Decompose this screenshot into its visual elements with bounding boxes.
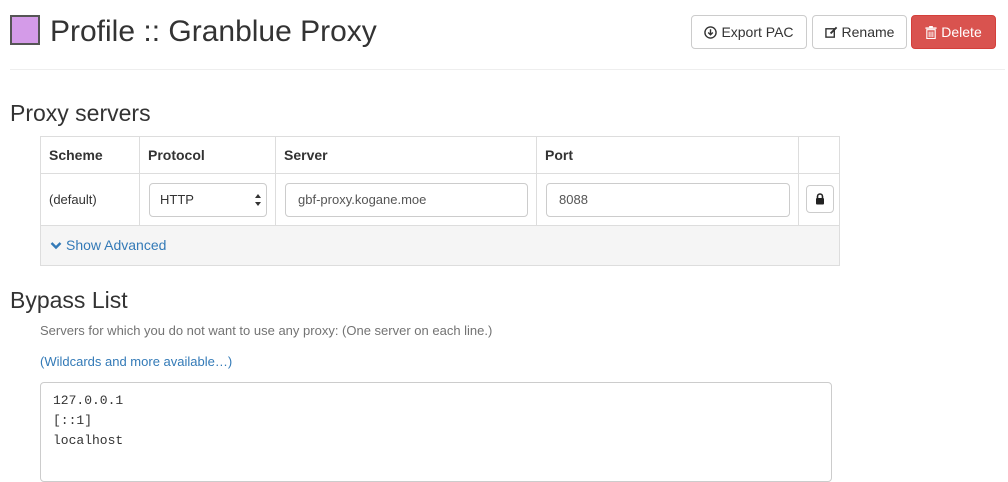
column-header-port: Port [537, 137, 799, 174]
proxy-servers-table: Scheme Protocol Server Port (default) HT… [40, 136, 840, 266]
protocol-selected-value: HTTP [160, 192, 194, 207]
actions-cell [799, 174, 839, 225]
protocol-select[interactable]: HTTP [149, 183, 267, 217]
lock-icon [816, 193, 824, 205]
show-advanced-link[interactable]: Show Advanced [50, 226, 166, 265]
rename-label: Rename [841, 24, 895, 40]
rename-button[interactable]: Rename [812, 15, 907, 49]
server-cell: gbf-proxy.kogane.moe [276, 174, 537, 225]
trash-icon [925, 25, 937, 39]
scheme-value: (default) [49, 192, 97, 207]
bypass-line: localhost [53, 433, 124, 448]
port-cell: 8088 [537, 174, 799, 225]
bypass-list-heading: Bypass List [10, 287, 128, 313]
server-input[interactable]: gbf-proxy.kogane.moe [285, 183, 528, 217]
show-advanced-label: Show Advanced [66, 237, 167, 253]
table-row: (default) HTTP gbf-proxy.kogane.moe 8088 [41, 174, 839, 226]
proxy-servers-heading: Proxy servers [10, 100, 151, 126]
port-input[interactable]: 8088 [546, 183, 790, 217]
table-header-row: Scheme Protocol Server Port [41, 137, 839, 174]
column-header-server: Server [276, 137, 537, 174]
export-pac-button[interactable]: Export PAC [691, 15, 807, 49]
edit-icon [824, 26, 837, 38]
export-pac-label: Export PAC [721, 24, 794, 40]
download-circle-icon [704, 25, 718, 39]
page-title: Profile :: Granblue Proxy [50, 15, 377, 48]
delete-button[interactable]: Delete [911, 15, 996, 49]
protocol-cell: HTTP [140, 174, 276, 225]
chevron-down-icon [50, 242, 62, 250]
select-arrows-icon [255, 194, 261, 206]
header-divider [10, 69, 1005, 70]
column-header-actions [799, 137, 839, 174]
bypass-help-text: Servers for which you do not want to use… [40, 323, 493, 338]
delete-label: Delete [941, 24, 982, 40]
bypass-list-textarea[interactable]: 127.0.0.1 [::1] localhost [40, 382, 832, 482]
wildcards-link[interactable]: (Wildcards and more available…) [40, 352, 232, 372]
bypass-line: 127.0.0.1 [53, 393, 124, 408]
column-header-protocol: Protocol [140, 137, 276, 174]
profile-color-swatch[interactable] [10, 15, 40, 45]
advanced-row: Show Advanced [41, 226, 839, 265]
column-header-scheme: Scheme [41, 137, 140, 174]
bypass-line: [::1] [53, 413, 93, 428]
scheme-cell: (default) [41, 174, 140, 225]
auth-lock-button[interactable] [806, 185, 834, 213]
page-header: Profile :: Granblue Proxy Export PAC Ren… [0, 0, 1008, 70]
